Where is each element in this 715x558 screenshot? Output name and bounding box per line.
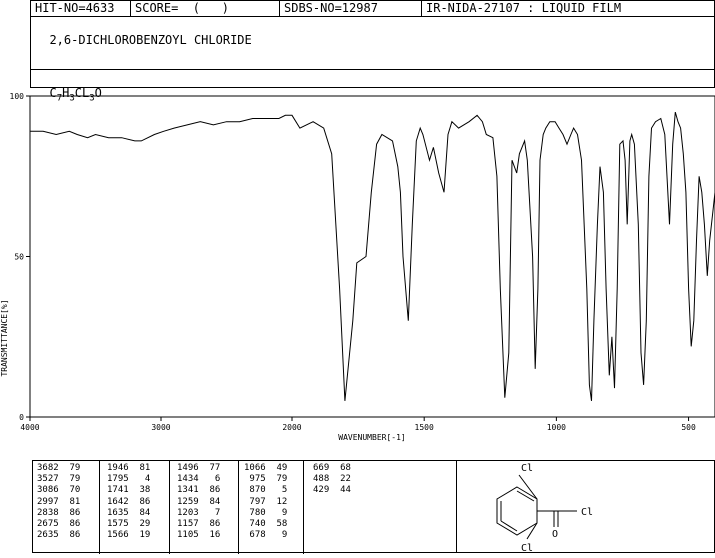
ir-spectrum-chart: 0 50 100 4000 3000 2000 1500 1000 500 WAVENUMBE… — [0, 92, 715, 442]
spectrum-source: IR-NIDA-27107 : LIQUID FILM — [426, 1, 622, 15]
y-tick-label: 50 — [14, 253, 24, 262]
hit-number: HIT-NO=4633 — [31, 1, 131, 17]
peak-column-1: 3682 79 3527 79 3086 70 2997 81 2838 86 2675 … — [37, 463, 80, 541]
peak-entry: 870 5 — [244, 485, 288, 496]
formula-box: C7H3CL3O — [30, 69, 715, 103]
peak-entry: 1566 19 — [107, 530, 151, 541]
y-tick-label: 100 — [10, 92, 25, 101]
peak-entry: 1642 86 — [107, 496, 151, 507]
compound-name-box: 2,6-DICHLOROBENZOYL CHLORIDE — [30, 16, 715, 70]
peak-entry: 488 22 — [313, 474, 351, 485]
peak-table: 3682 79 3527 79 3086 70 2997 81 2838 86 2675 … — [32, 460, 457, 554]
peak-entry: 2838 86 — [37, 507, 81, 518]
oxygen-label: O — [552, 529, 558, 540]
peak-column-3: 1496 77 1434 6 1341 86 1259 84 1203 7 1157 86… — [177, 463, 220, 541]
peak-column-2: 1946 81 1795 4 1741 38 1642 86 1635 84 1575 2… — [107, 463, 150, 541]
y-axis-label: TRANSMITTANCE[%] — [0, 299, 9, 376]
compound-name: 2,6-DICHLOROBENZOYL CHLORIDE — [49, 33, 252, 47]
peak-entry: 1635 84 — [107, 507, 151, 518]
peak-entry: 1157 86 — [177, 519, 221, 530]
peak-entry: 1496 77 — [177, 463, 221, 473]
plot-frame — [29, 95, 715, 418]
peak-entry: 1795 4 — [107, 474, 151, 485]
x-tick-label: 1000 — [547, 423, 566, 432]
peak-entry: 975 79 — [244, 474, 288, 485]
peak-column-5: 669 68 488 22 429 44 — [313, 463, 351, 497]
chlorine-top-label: Cl — [521, 463, 533, 474]
peak-entry: 2675 86 — [37, 519, 81, 530]
peak-entry: 2997 81 — [37, 496, 81, 507]
peak-entry: 3086 70 — [37, 485, 81, 496]
spectrum-line — [30, 111, 715, 401]
x-tick-label: 500 — [681, 423, 696, 432]
sdbs-number: SDBS-NO=12987 — [280, 1, 422, 17]
score: SCORE= ( ) — [131, 1, 280, 17]
peak-entry: 740 58 — [244, 519, 288, 530]
peak-entry: 2635 86 — [37, 530, 81, 541]
peak-entry: 1946 81 — [107, 463, 151, 473]
peak-entry: 3527 79 — [37, 474, 81, 485]
peak-entry: 669 68 — [313, 463, 351, 473]
peak-entry: 1741 38 — [107, 485, 151, 496]
peak-entry: 1434 6 — [177, 474, 221, 485]
peak-entry: 678 9 — [244, 530, 288, 541]
x-tick-label: 2000 — [282, 423, 301, 432]
peak-entry: 797 12 — [244, 496, 288, 507]
x-axis-label: WAVENUMBER[-1] — [338, 433, 405, 442]
x-tick-label: 4000 — [20, 423, 39, 432]
chlorine-right-label: Cl — [581, 507, 593, 518]
peak-entry: 1066 49 — [244, 463, 288, 473]
header-row: HIT-NO=4633 SCORE= ( ) SDBS-NO=12987 IR-… — [30, 0, 715, 17]
structure-box: Cl Cl O Cl — [457, 460, 715, 554]
peak-entry: 1105 16 — [177, 530, 221, 541]
peak-entry: 780 9 — [244, 507, 288, 518]
x-tick-label: 1500 — [415, 423, 434, 432]
peak-entry: 1259 84 — [177, 496, 221, 507]
peak-entry: 1203 7 — [177, 507, 221, 518]
x-tick-label: 3000 — [151, 423, 170, 432]
peak-entry: 429 44 — [313, 485, 351, 496]
peak-entry: 1575 29 — [107, 519, 151, 530]
peak-entry: 3682 79 — [37, 463, 81, 473]
peak-column-4: 1066 49 975 79 870 5 797 12 780 9 740 58… — [244, 463, 287, 541]
chlorine-bottom-label: Cl — [521, 543, 533, 554]
y-tick-label: 0 — [19, 413, 24, 422]
peak-entry: 1341 86 — [177, 485, 221, 496]
molecule-structure: Cl Cl O Cl — [496, 463, 593, 554]
